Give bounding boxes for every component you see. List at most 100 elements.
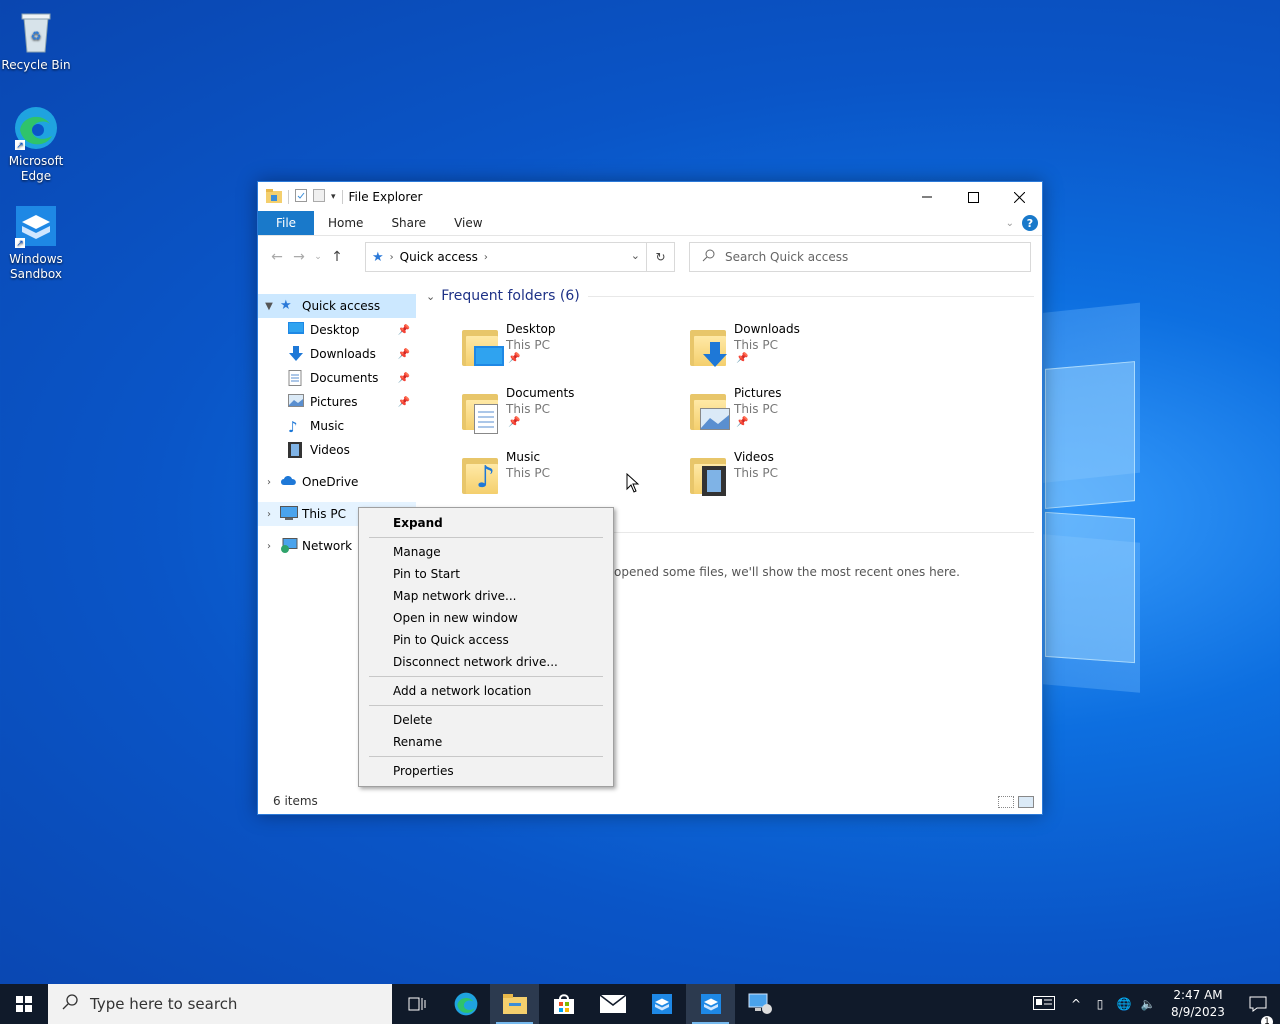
title-bar[interactable]: ▾ File Explorer	[258, 182, 1042, 212]
nav-item-music[interactable]: ♪ Music	[258, 414, 416, 438]
folder-location: This PC	[734, 402, 778, 416]
close-button[interactable]	[996, 182, 1042, 212]
menu-item-delete[interactable]: Delete	[393, 710, 432, 730]
breadcrumb-chevron-icon[interactable]: ›	[484, 252, 488, 263]
menu-item-map-network-drive[interactable]: Map network drive...	[393, 586, 517, 606]
downloads-folder-icon	[688, 326, 734, 368]
desktop-icon-windows-sandbox[interactable]: ↗ Windows Sandbox	[0, 202, 72, 282]
folder-tile-pictures[interactable]: Pictures This PC 📌	[688, 386, 908, 446]
address-bar[interactable]: ★ › Quick access › ⌄ ↻	[365, 242, 675, 272]
nav-label: This PC	[302, 507, 346, 521]
folder-tile-music[interactable]: ♪ Music This PC	[460, 450, 680, 510]
taskbar-app-sandbox-running[interactable]	[686, 984, 735, 1024]
nav-item-desktop[interactable]: Desktop 📌	[258, 318, 416, 342]
menu-item-rename[interactable]: Rename	[393, 732, 442, 752]
taskbar-search-box[interactable]: Type here to search	[48, 984, 392, 1024]
taskbar-app-sandbox[interactable]	[637, 984, 686, 1024]
clock[interactable]: 2:47 AM 8/9/2023	[1166, 987, 1230, 1021]
tab-file[interactable]: File	[258, 211, 314, 235]
search-input[interactable]: Search Quick access	[725, 250, 848, 264]
menu-item-properties[interactable]: Properties	[393, 761, 454, 781]
svg-text:↗: ↗	[16, 239, 24, 249]
properties-icon[interactable]	[295, 189, 307, 205]
taskbar-search-input[interactable]: Type here to search	[90, 995, 237, 1013]
large-icons-view-icon[interactable]	[1018, 796, 1034, 808]
folder-location: This PC	[734, 466, 778, 480]
chevron-right-icon[interactable]: ›	[258, 477, 280, 488]
folder-tile-desktop[interactable]: Desktop This PC 📌	[460, 322, 680, 382]
notification-count-badge: 1	[1261, 1016, 1273, 1024]
menu-item-manage[interactable]: Manage	[393, 542, 441, 562]
taskbar-app-edge[interactable]	[441, 984, 490, 1024]
desktop-icon-microsoft-edge[interactable]: ↗ Microsoft Edge	[0, 104, 72, 184]
search-box[interactable]: Search Quick access	[689, 242, 1031, 272]
tab-home[interactable]: Home	[314, 211, 377, 235]
news-icon[interactable]	[1032, 995, 1056, 1013]
nav-label: Desktop	[310, 323, 360, 337]
menu-item-open-in-new-window[interactable]: Open in new window	[393, 608, 518, 628]
maximize-button[interactable]	[950, 182, 996, 212]
menu-item-expand[interactable]: Expand	[393, 513, 443, 533]
forward-button[interactable]: →	[288, 249, 310, 265]
show-hidden-icons-chevron-icon[interactable]: ^	[1064, 997, 1088, 1011]
breadcrumb-quick-access[interactable]: Quick access	[400, 250, 478, 264]
address-history-chevron-icon[interactable]: ⌄	[631, 249, 640, 262]
network-globe-icon[interactable]: 🌐	[1112, 997, 1136, 1011]
nav-item-videos[interactable]: Videos	[258, 438, 416, 462]
tab-share[interactable]: Share	[377, 211, 440, 235]
recent-files-divider	[614, 532, 1034, 533]
menu-item-pin-to-start[interactable]: Pin to Start	[393, 564, 460, 584]
menu-item-add-network-location[interactable]: Add a network location	[393, 681, 531, 701]
taskbar-app-remote-desktop[interactable]	[735, 984, 784, 1024]
expand-ribbon-chevron-icon[interactable]: ⌄	[1006, 218, 1014, 229]
desktop-icon-recycle-bin[interactable]: ♻ Recycle Bin	[0, 8, 72, 73]
recent-locations-chevron-icon[interactable]: ⌄	[310, 252, 326, 262]
nav-item-quick-access[interactable]: ▼ ★ Quick access	[258, 294, 416, 318]
refresh-button[interactable]: ↻	[646, 243, 674, 271]
chevron-right-icon[interactable]: ›	[258, 541, 280, 552]
nav-label: Quick access	[302, 299, 381, 313]
tab-view[interactable]: View	[440, 211, 496, 235]
nav-item-downloads[interactable]: Downloads 📌	[258, 342, 416, 366]
cloud-icon	[280, 474, 298, 490]
nav-item-pictures[interactable]: Pictures 📌	[258, 390, 416, 414]
pin-icon: 📌	[397, 348, 410, 360]
nav-item-documents[interactable]: Documents 📌	[258, 366, 416, 390]
folder-tile-downloads[interactable]: Downloads This PC 📌	[688, 322, 908, 382]
navigation-bar: ← → ⌄ ↑ ★ › Quick access › ⌄ ↻ Search Qu…	[258, 236, 1042, 278]
svg-text:↗: ↗	[16, 141, 24, 151]
details-view-icon[interactable]	[998, 796, 1014, 808]
sandbox-icon: ↗	[12, 202, 60, 250]
chevron-down-icon[interactable]: ▼	[258, 301, 280, 312]
taskbar-app-file-explorer[interactable]	[490, 984, 539, 1024]
taskbar-app-store[interactable]	[539, 984, 588, 1024]
folder-name: Documents	[506, 386, 575, 400]
pin-icon: 📌	[397, 324, 410, 336]
task-view-button[interactable]	[392, 984, 441, 1024]
breadcrumb-chevron-icon[interactable]: ›	[390, 252, 394, 263]
nav-item-onedrive[interactable]: › OneDrive	[258, 470, 416, 494]
notification-center-button[interactable]: 1	[1236, 996, 1280, 1024]
desktop-icon-label: Windows Sandbox	[9, 252, 63, 281]
menu-item-disconnect-network-drive[interactable]: Disconnect network drive...	[393, 652, 558, 672]
frequent-folders-header[interactable]: ⌄ Frequent folders (6)	[424, 284, 1042, 308]
folder-tile-documents[interactable]: Documents This PC 📌	[460, 386, 680, 446]
new-folder-icon[interactable]	[313, 189, 325, 205]
folder-tile-videos[interactable]: Videos This PC	[688, 450, 908, 510]
help-button[interactable]: ?	[1022, 215, 1038, 231]
taskbar-app-mail[interactable]	[588, 984, 637, 1024]
back-button[interactable]: ←	[266, 249, 288, 265]
volume-muted-icon[interactable]: 🔈	[1136, 997, 1160, 1011]
device-icon[interactable]: ▯	[1088, 997, 1112, 1011]
start-button[interactable]	[0, 984, 48, 1024]
chevron-right-icon[interactable]: ›	[258, 509, 280, 520]
minimize-button[interactable]	[904, 182, 950, 212]
menu-item-pin-to-quick-access[interactable]: Pin to Quick access	[393, 630, 509, 650]
system-tray: ^ ▯ 🌐 🔈 2:47 AM 8/9/2023 1	[1032, 984, 1280, 1024]
up-button[interactable]: ↑	[326, 249, 348, 265]
film-icon	[288, 442, 306, 458]
chevron-down-icon: ⌄	[426, 289, 436, 303]
folder-name: Pictures	[734, 386, 782, 400]
customize-toolbar-chevron-icon[interactable]: ▾	[331, 192, 336, 202]
desktop-icon-label: Recycle Bin	[1, 58, 71, 72]
